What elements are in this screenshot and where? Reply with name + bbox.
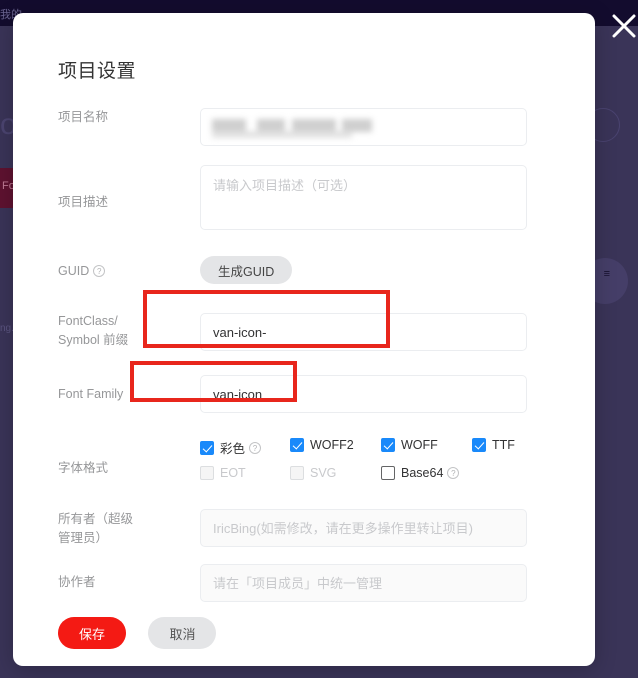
- label-font-family: Font Family: [58, 387, 124, 401]
- project-name-redaction: [212, 117, 392, 138]
- checkbox-label-eot: EOT: [220, 466, 246, 480]
- checkbox-box-base64: [381, 466, 395, 480]
- font-family-input[interactable]: [200, 375, 527, 413]
- project-description-control: [200, 165, 527, 235]
- checkbox-box-ttf: [472, 438, 486, 452]
- checkbox-ttf[interactable]: TTF: [472, 438, 515, 452]
- generate-guid-button[interactable]: 生成GUID: [200, 256, 293, 284]
- checkbox-box-woff2: [290, 438, 304, 452]
- label-fontclass-line1: FontClass/: [58, 314, 118, 328]
- save-button[interactable]: 保存: [58, 617, 126, 649]
- close-icon[interactable]: [606, 8, 638, 44]
- checkbox-base64[interactable]: Base64?: [381, 466, 460, 480]
- label-font-format: 字体格式: [58, 461, 109, 475]
- question-icon[interactable]: ?: [447, 467, 460, 479]
- label-fontclass-line2: Symbol 前缀: [58, 333, 129, 347]
- background-side-text: ng.: [0, 323, 14, 334]
- collaborator-input: [200, 564, 527, 602]
- dialog-footer: 保存 取消: [58, 617, 217, 649]
- label-guid-text: GUID: [58, 264, 90, 278]
- label-fontclass-prefix: FontClass/ Symbol 前缀: [58, 312, 158, 350]
- checkbox-woff[interactable]: WOFF: [381, 438, 438, 452]
- question-icon[interactable]: ?: [93, 265, 106, 277]
- checkbox-label-彩色: 彩色: [220, 442, 246, 456]
- project-description-textarea[interactable]: [200, 165, 527, 230]
- label-project-description: 项目描述: [58, 195, 109, 209]
- background-lines-decoration: ≡: [603, 268, 610, 280]
- checkbox-label-woff2: WOFF2: [310, 438, 354, 452]
- checkbox-label-base64: Base64: [401, 466, 444, 480]
- collaborator-control: [200, 564, 527, 602]
- fontclass-prefix-control: [200, 313, 527, 351]
- project-settings-dialog: 项目设置 项目名称 项目描述 GUID?: [13, 13, 595, 666]
- label-project-name: 项目名称: [58, 110, 109, 124]
- checkbox-box-eot: [200, 466, 214, 480]
- checkbox-label-ttf: TTF: [492, 438, 515, 452]
- checkbox-彩色[interactable]: 彩色?: [200, 438, 262, 457]
- checkbox-box-woff: [381, 438, 395, 452]
- checkbox-svg: SVG: [290, 466, 336, 480]
- checkbox-box-彩色: [200, 440, 214, 455]
- dialog-title: 项目设置: [58, 61, 137, 82]
- question-icon[interactable]: ?: [249, 441, 262, 454]
- owner-input: [200, 509, 527, 547]
- owner-control: [200, 509, 527, 547]
- cancel-button[interactable]: 取消: [148, 617, 217, 649]
- checkbox-woff2[interactable]: WOFF2: [290, 438, 354, 452]
- label-guid: GUID?: [58, 262, 158, 281]
- checkbox-label-woff: WOFF: [401, 438, 438, 452]
- label-collaborator: 协作者: [58, 575, 96, 589]
- checkbox-label-svg: SVG: [310, 466, 337, 480]
- label-owner: 所有者（超级 管理员）: [58, 510, 158, 548]
- checkbox-box-svg: [290, 466, 304, 480]
- guid-control: 生成GUID: [200, 256, 293, 284]
- label-owner-line1: 所有者（超级: [58, 512, 134, 526]
- checkbox-eot: EOT: [200, 466, 246, 480]
- label-owner-line2: 管理员）: [58, 531, 109, 545]
- project-name-control: [200, 108, 527, 146]
- fontclass-prefix-input[interactable]: [200, 313, 527, 351]
- font-family-control: [200, 375, 527, 413]
